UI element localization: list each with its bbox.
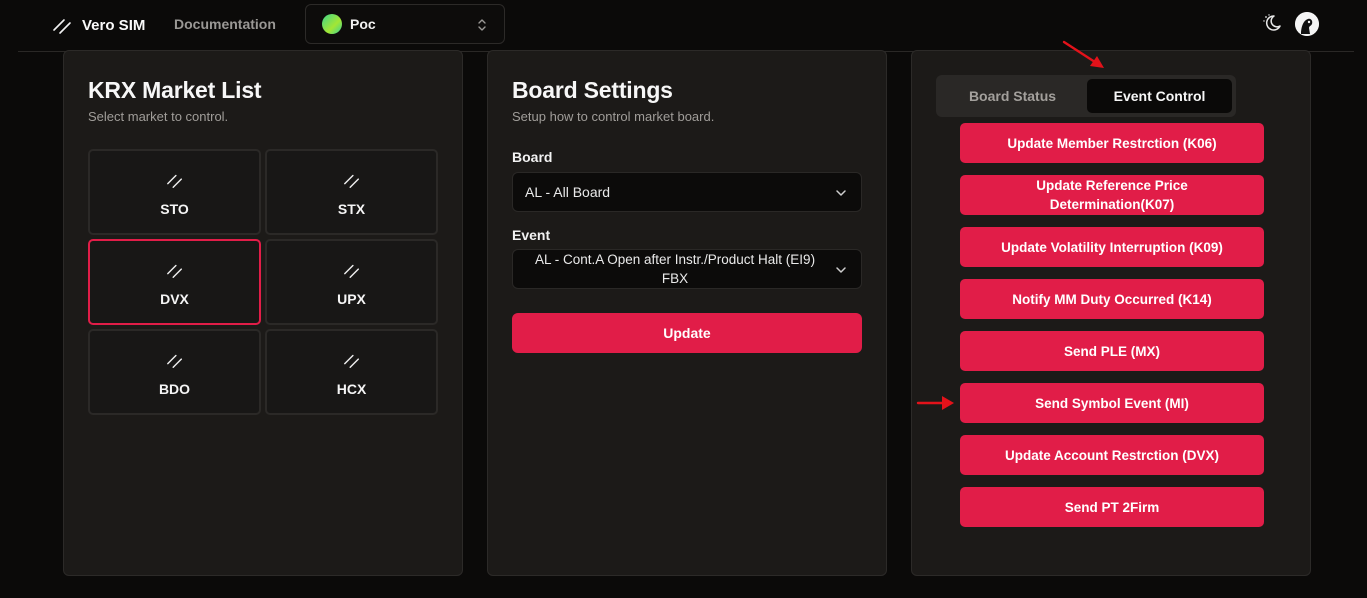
market-label: UPX <box>337 291 366 307</box>
market-grid: STO STX DVX UPX BDO HCX <box>88 149 439 415</box>
board-field-label: Board <box>512 149 553 165</box>
slash-logo-icon <box>166 174 182 188</box>
project-avatar-icon <box>322 14 342 34</box>
theme-toggle-icon[interactable] <box>1261 12 1283 34</box>
chevron-up-down-icon <box>478 19 486 31</box>
market-label: HCX <box>336 381 367 397</box>
chevron-down-icon <box>836 190 846 196</box>
market-tile-stx[interactable]: STX <box>265 149 438 235</box>
slash-logo-icon <box>166 354 182 368</box>
send-symbol-event-button[interactable]: Send Symbol Event (MI) <box>960 383 1264 423</box>
event-select[interactable]: AL - Cont.A Open after Instr./Product Ha… <box>512 249 862 289</box>
documentation-link[interactable]: Documentation <box>174 16 276 32</box>
market-list-subtitle: Select market to control. <box>88 109 229 124</box>
panel-tabs: Board Status Event Control <box>936 75 1236 117</box>
update-member-restriction-button[interactable]: Update Member Restrction (K06) <box>960 123 1264 163</box>
market-label: STX <box>337 201 366 217</box>
market-list-title: KRX Market List <box>88 77 262 103</box>
slash-logo-icon <box>343 264 359 278</box>
market-label: STO <box>160 201 189 217</box>
market-tile-bdo[interactable]: BDO <box>88 329 261 415</box>
send-pt-2firm-button[interactable]: Send PT 2Firm <box>960 487 1264 527</box>
board-select[interactable]: AL - All Board <box>512 172 862 212</box>
board-settings-panel: Board Settings Setup how to control mark… <box>487 50 887 576</box>
notify-mm-duty-button[interactable]: Notify MM Duty Occurred (K14) <box>960 279 1264 319</box>
user-avatar-icon[interactable] <box>1295 12 1319 36</box>
project-selector[interactable]: Poc <box>305 4 505 44</box>
slash-logo-icon <box>166 264 182 278</box>
send-ple-button[interactable]: Send PLE (MX) <box>960 331 1264 371</box>
brand[interactable]: Vero SIM <box>52 14 145 36</box>
slash-logo-icon <box>343 174 359 188</box>
event-field-label: Event <box>512 227 551 243</box>
market-tile-sto[interactable]: STO <box>88 149 261 235</box>
update-reference-price-button[interactable]: Update Reference Price Determination(K07… <box>960 175 1264 215</box>
slash-logo-icon <box>53 19 71 34</box>
annotation-arrow-icon <box>1062 40 1104 68</box>
chevron-down-icon <box>836 267 846 273</box>
app-name: Vero SIM <box>82 16 146 34</box>
board-select-value: AL - All Board <box>525 184 611 200</box>
board-settings-subtitle: Setup how to control market board. <box>512 109 715 124</box>
update-account-restriction-button[interactable]: Update Account Restrction (DVX) <box>960 435 1264 475</box>
annotation-arrow-icon <box>916 396 954 410</box>
update-volatility-interruption-button[interactable]: Update Volatility Interruption (K09) <box>960 227 1264 267</box>
tab-event-control[interactable]: Event Control <box>1087 79 1232 113</box>
project-name: Poc <box>350 16 376 32</box>
event-select-value: AL - Cont.A Open after Instr./Product Ha… <box>534 252 816 286</box>
tab-board-status[interactable]: Board Status <box>940 79 1085 113</box>
slash-logo-icon <box>343 354 359 368</box>
market-list-panel: KRX Market List Select market to control… <box>63 50 463 576</box>
market-label: DVX <box>160 291 189 307</box>
event-button-list: Update Member Restrction (K06) Update Re… <box>960 123 1264 527</box>
market-tile-hcx[interactable]: HCX <box>265 329 438 415</box>
event-control-panel: Board Status Event Control Update Member… <box>911 50 1311 576</box>
board-settings-title: Board Settings <box>512 77 673 103</box>
market-tile-dvx[interactable]: DVX <box>88 239 261 325</box>
market-tile-upx[interactable]: UPX <box>265 239 438 325</box>
market-label: BDO <box>158 381 191 397</box>
top-navigation-bar: Vero SIM Documentation Poc <box>0 0 1367 52</box>
update-button[interactable]: Update <box>512 313 862 353</box>
